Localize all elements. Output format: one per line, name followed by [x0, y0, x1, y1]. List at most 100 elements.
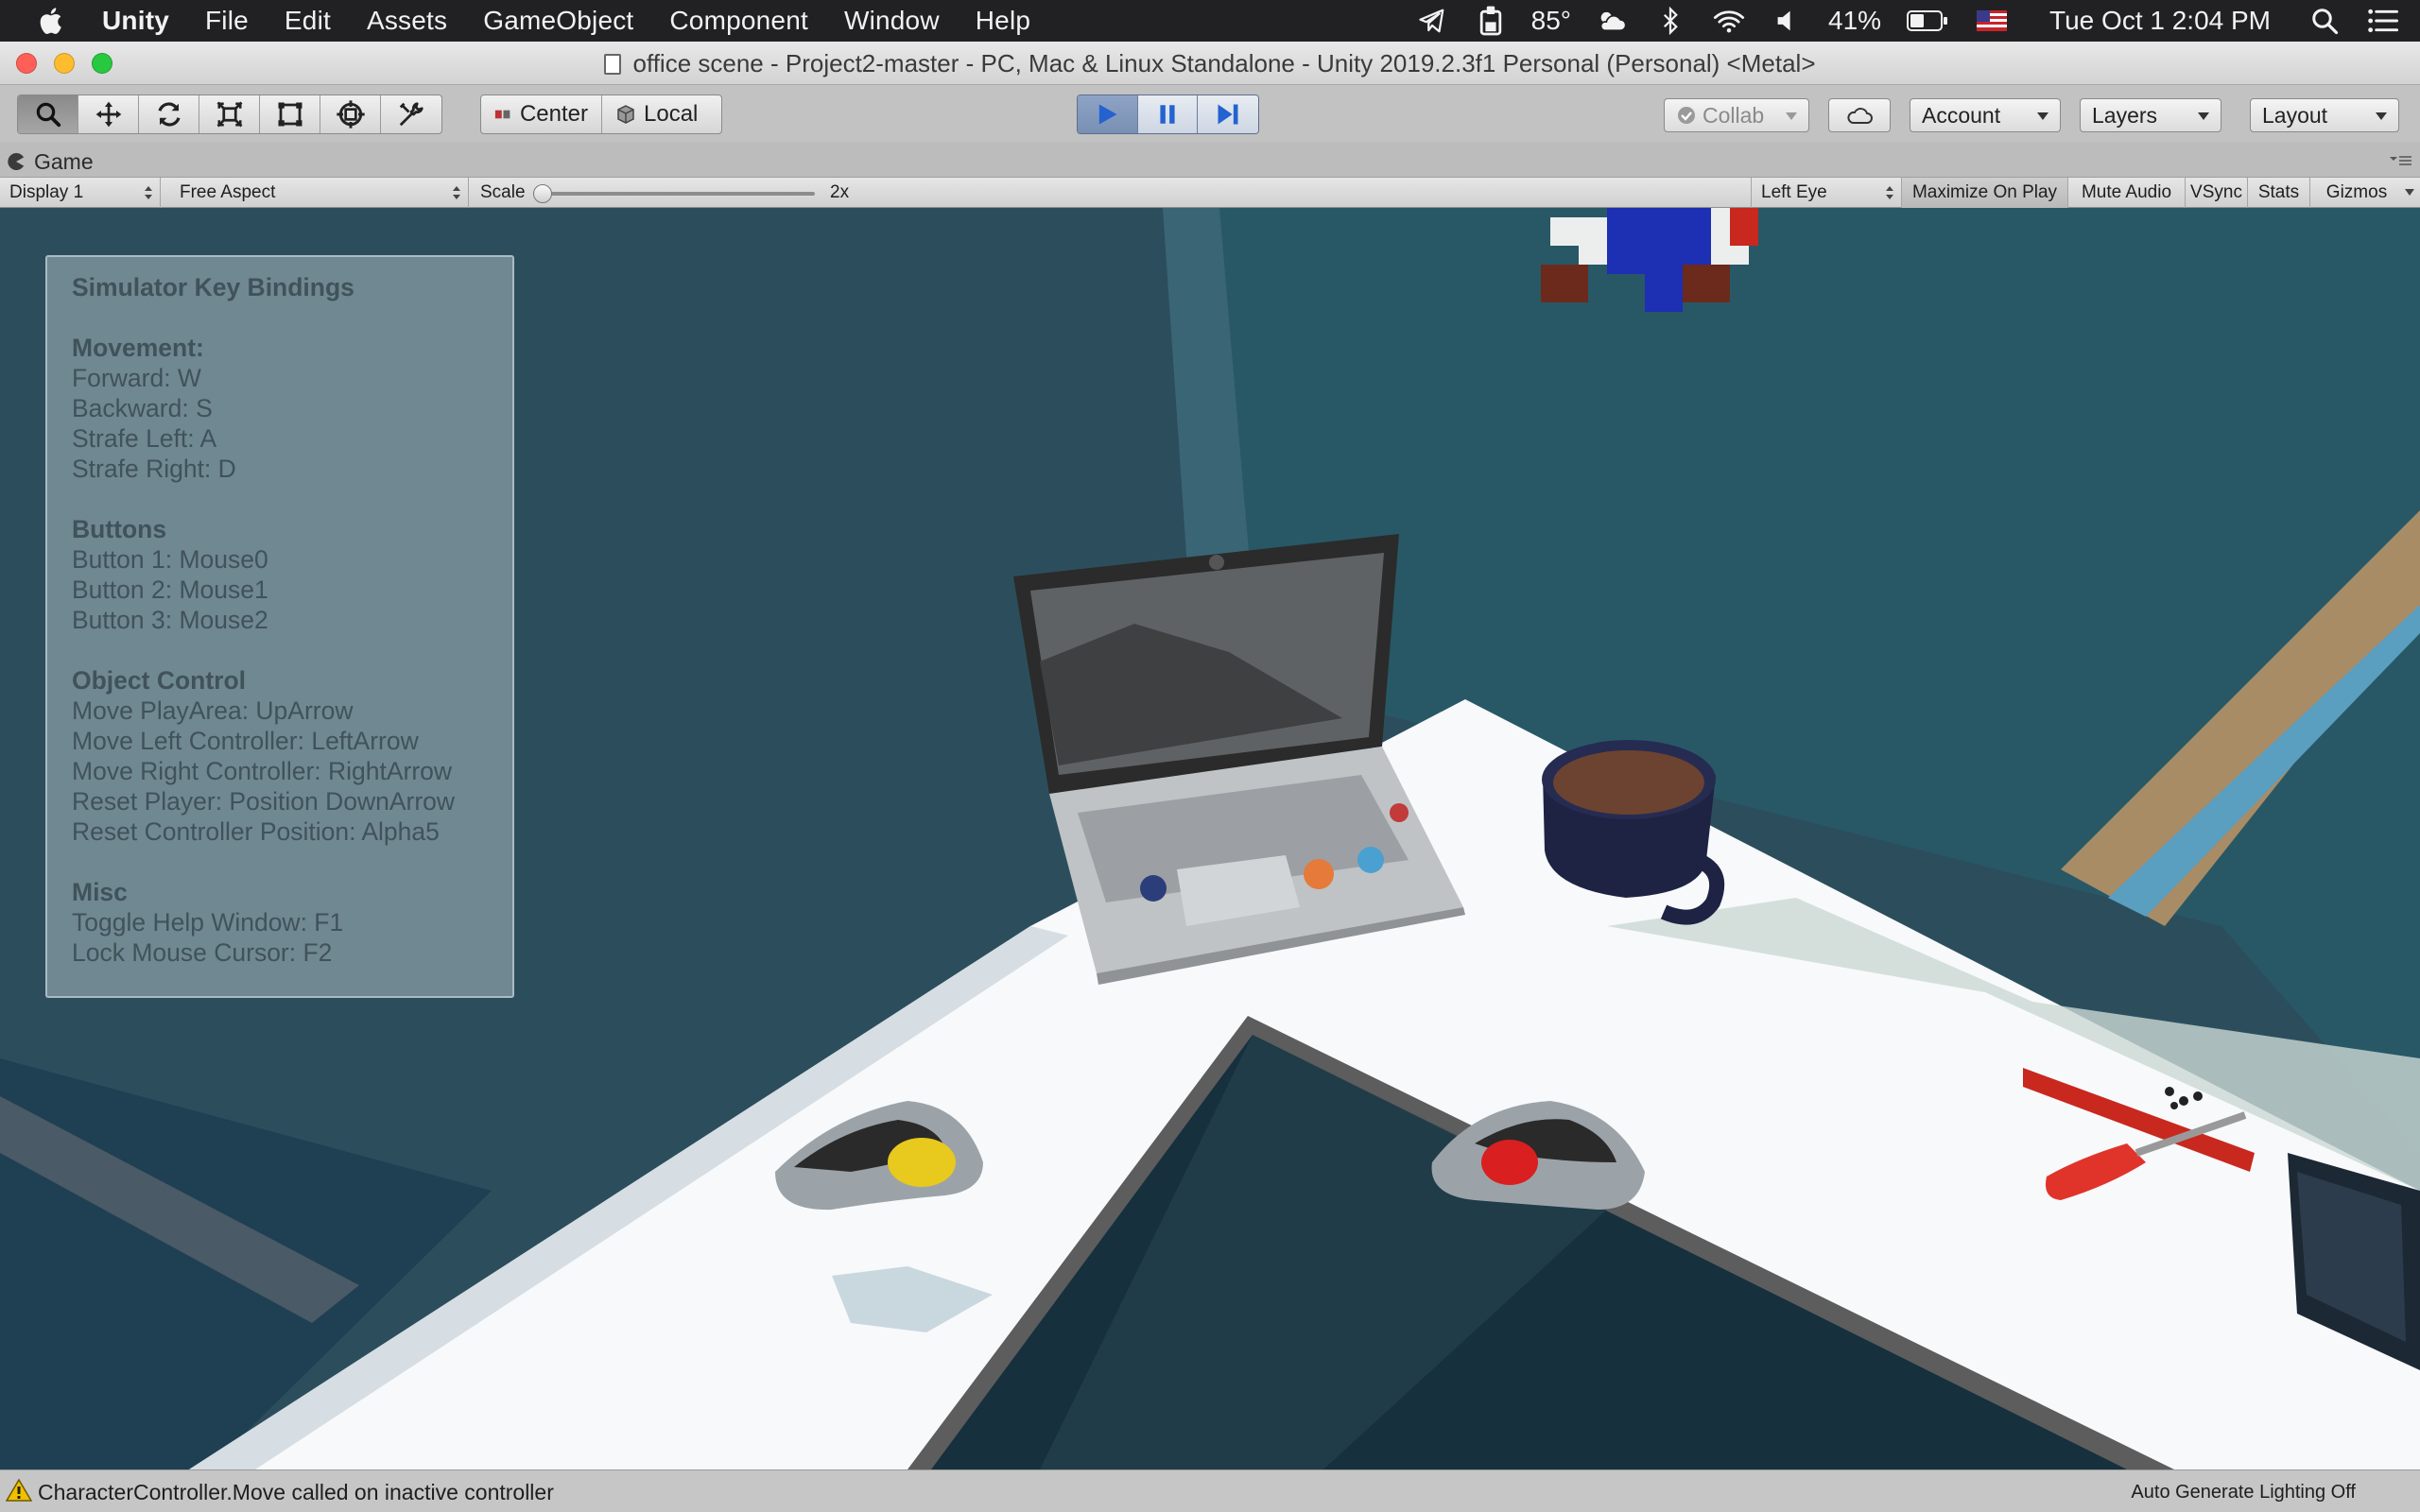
help-line: Strafe Right: D	[72, 455, 236, 483]
wifi-icon[interactable]	[1713, 5, 1745, 37]
gizmos-dropdown[interactable]: Gizmos	[2310, 178, 2420, 208]
game-tab-icon	[8, 153, 25, 170]
help-section-heading: Movement:	[72, 334, 204, 362]
notification-list-icon[interactable]	[2367, 5, 2399, 37]
tab-game-label: Game	[34, 148, 94, 174]
pivot-center-icon	[494, 110, 510, 119]
collab-dropdown[interactable]: Collab	[1664, 98, 1809, 132]
bluetooth-icon[interactable]	[1654, 5, 1686, 37]
stats-label: Stats	[2257, 182, 2300, 202]
status-bar[interactable]: CharacterController.Move called on inact…	[0, 1469, 2420, 1512]
rect-transform-icon	[278, 102, 302, 127]
transform-tool-button[interactable]	[320, 95, 381, 133]
help-title: Simulator Key Bindings	[72, 273, 354, 301]
window-title-text: office scene - Project2-master - PC, Mac…	[632, 49, 1816, 77]
cloud-button[interactable]	[1828, 98, 1891, 132]
apple-icon[interactable]	[36, 5, 68, 37]
telegram-icon[interactable]	[1416, 5, 1448, 37]
spotlight-search-icon[interactable]	[2308, 5, 2341, 37]
clock-text[interactable]: Tue Oct 1 2:04 PM	[2049, 6, 2271, 36]
pivot-local-label: Local	[644, 101, 699, 127]
rect-tool-button[interactable]	[260, 95, 320, 133]
help-line: Reset Player: Position DownArrow	[72, 787, 456, 816]
mac-menu-bar: Unity File Edit Assets GameObject Compon…	[0, 0, 2420, 42]
scale-slider-track[interactable]	[548, 192, 815, 196]
clipboard-icon[interactable]	[1475, 5, 1507, 37]
scale-label: Scale	[480, 182, 526, 202]
menu-gameobject[interactable]: GameObject	[483, 6, 633, 36]
layout-chevron-icon	[2376, 112, 2387, 120]
vsync-toggle[interactable]: VSync	[2186, 178, 2248, 208]
collab-check-icon	[1678, 107, 1695, 124]
menu-assets[interactable]: Assets	[367, 6, 447, 36]
scale-icon	[216, 101, 242, 128]
rotate-tool-button[interactable]	[139, 95, 199, 133]
help-line: Reset Controller Position: Alpha5	[72, 817, 440, 846]
display-updown-icon	[145, 186, 152, 199]
layout-label: Layout	[2262, 102, 2328, 128]
pivot-toggles: Center Local	[480, 94, 722, 134]
console-message[interactable]: CharacterController.Move called on inact…	[38, 1480, 554, 1505]
weather-icon[interactable]	[1596, 5, 1628, 37]
window-title-bar: office scene - Project2-master - PC, Mac…	[0, 42, 2420, 85]
move-arrows-icon	[95, 101, 121, 128]
transform-icon	[336, 100, 365, 129]
help-line: Lock Mouse Cursor: F2	[72, 938, 333, 967]
display-label: Display 1	[9, 182, 84, 202]
gizmos-chevron-icon	[2405, 189, 2414, 196]
account-dropdown[interactable]: Account	[1910, 98, 2061, 132]
menu-component[interactable]: Component	[669, 6, 808, 36]
battery-icon[interactable]	[1906, 5, 1949, 37]
aspect-dropdown[interactable]: Free Aspect	[170, 178, 469, 208]
mute-audio-label: Mute Audio	[2081, 182, 2172, 202]
game-viewport[interactable]: Simulator Key Bindings Movement: Forward…	[0, 208, 2420, 1469]
battery-percent: 41%	[1828, 6, 1882, 35]
account-chevron-icon	[2037, 112, 2048, 120]
tab-menu-icon[interactable]	[2388, 153, 2412, 168]
menu-app-unity[interactable]: Unity	[102, 6, 169, 36]
scale-slider-handle[interactable]	[533, 184, 552, 203]
tools-icon	[399, 102, 424, 127]
flag-icon[interactable]	[1976, 5, 2008, 37]
pause-button[interactable]	[1137, 95, 1199, 133]
eye-dropdown[interactable]: Left Eye	[1751, 178, 1902, 208]
help-line: Button 2: Mouse1	[72, 576, 268, 604]
layers-dropdown[interactable]: Layers	[2080, 98, 2221, 132]
vsync-label: VSync	[2190, 182, 2242, 202]
display-dropdown[interactable]: Display 1	[0, 178, 161, 208]
help-line: Button 3: Mouse2	[72, 606, 268, 634]
help-section-heading: Misc	[72, 878, 128, 906]
cloud-icon	[1847, 108, 1873, 124]
temperature-text: 85°	[1530, 6, 1571, 35]
maximize-on-play-toggle[interactable]: Maximize On Play	[1902, 178, 2068, 208]
step-icon	[1218, 104, 1238, 125]
rotate-icon	[157, 102, 181, 127]
local-cube-icon	[617, 105, 634, 124]
move-tool-button[interactable]	[78, 95, 139, 133]
step-button[interactable]	[1198, 95, 1258, 133]
menu-edit[interactable]: Edit	[285, 6, 331, 36]
play-controls	[1077, 94, 1259, 134]
pivot-local-button[interactable]: Local	[602, 95, 721, 133]
menu-file[interactable]: File	[205, 6, 249, 36]
mute-audio-toggle[interactable]: Mute Audio	[2068, 178, 2186, 208]
transform-tools	[17, 94, 442, 134]
scale-tool-button[interactable]	[199, 95, 260, 133]
collab-chevron-icon	[1786, 112, 1797, 120]
custom-tool-button[interactable]	[381, 95, 441, 133]
menu-help[interactable]: Help	[976, 6, 1030, 36]
unity-toolbar: Center Local Collab Account Layers Layou…	[0, 85, 2420, 142]
help-line: Toggle Help Window: F1	[72, 908, 344, 936]
play-button[interactable]	[1078, 95, 1138, 133]
lighting-status[interactable]: Auto Generate Lighting Off	[2131, 1482, 2356, 1503]
stats-toggle[interactable]: Stats	[2248, 178, 2310, 208]
simulator-key-bindings-panel: Simulator Key Bindings Movement: Forward…	[45, 255, 514, 998]
layout-dropdown[interactable]: Layout	[2250, 98, 2399, 132]
menu-window[interactable]: Window	[844, 6, 940, 36]
aspect-updown-icon	[453, 186, 460, 199]
tab-game[interactable]: Game	[8, 146, 94, 178]
view-tool-button[interactable]	[18, 95, 78, 133]
pivot-center-button[interactable]: Center	[481, 95, 602, 133]
volume-icon[interactable]	[1772, 5, 1804, 37]
magnifier-icon	[36, 102, 60, 128]
